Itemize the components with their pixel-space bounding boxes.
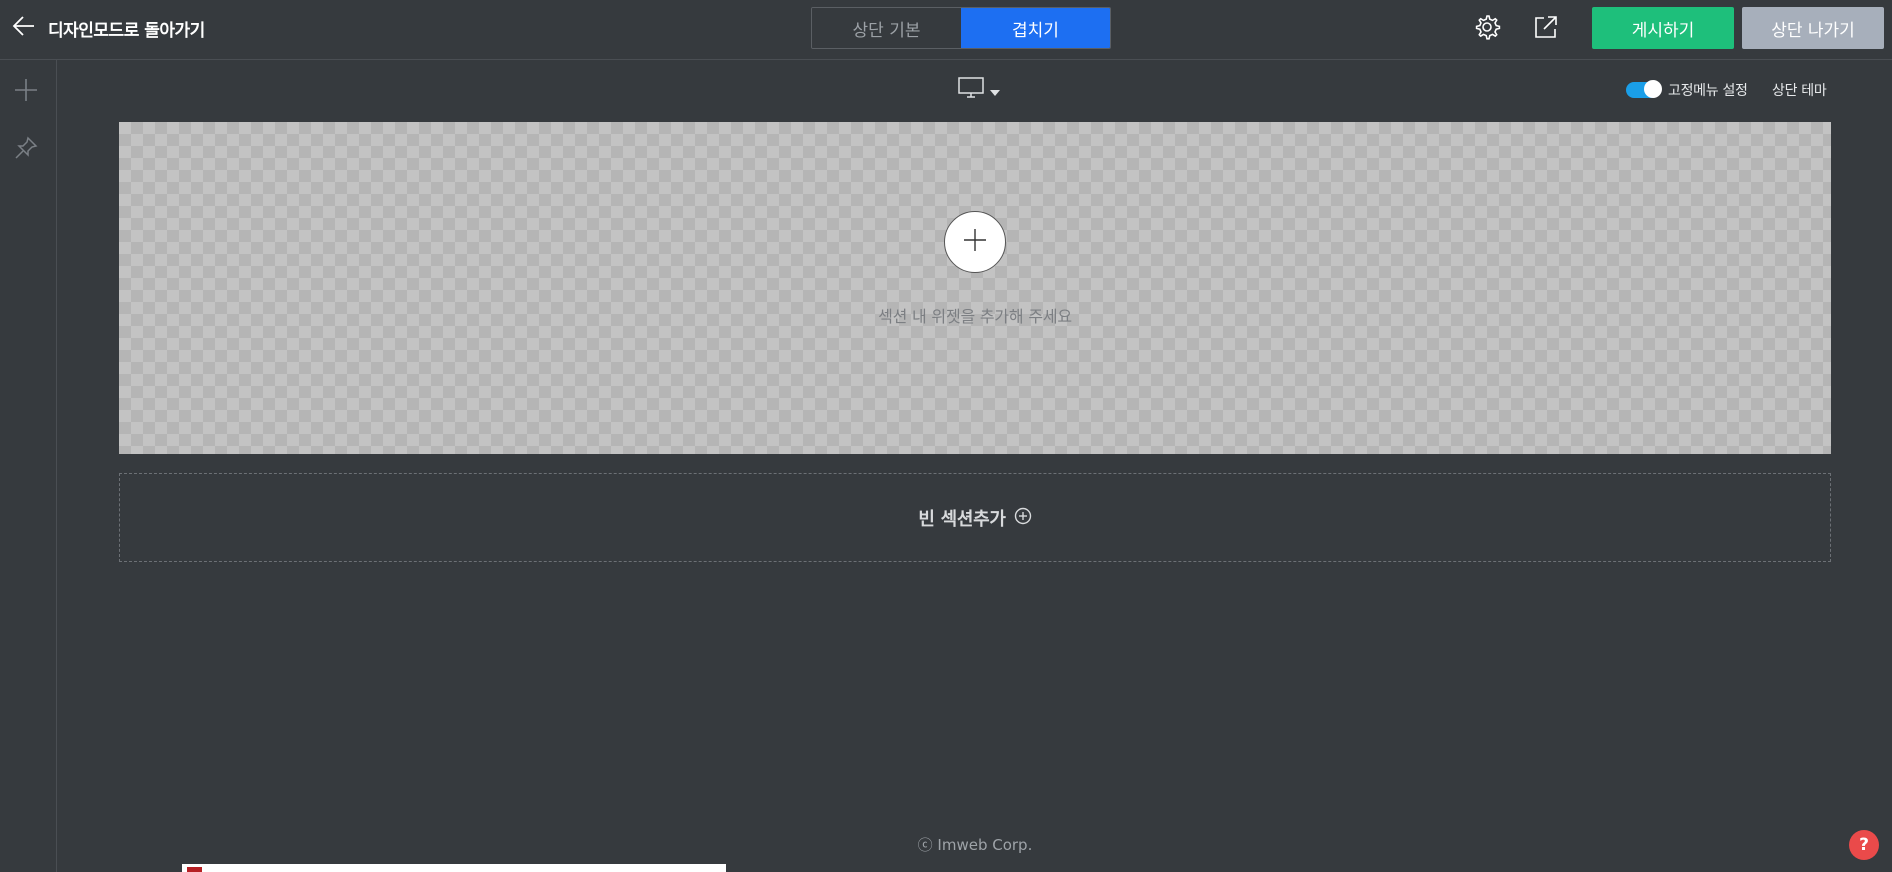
exit-header-button[interactable]: 상단 나가기: [1742, 7, 1884, 49]
popup-mark: [187, 867, 202, 872]
plus-icon: [13, 77, 39, 107]
external-link-icon: [1532, 13, 1560, 45]
back-to-design-mode-button[interactable]: 디자인모드로 돌아가기: [10, 12, 205, 44]
mode-switch: 상단 기본 겹치기: [811, 7, 1111, 49]
header-theme-link[interactable]: 상단 테마: [1772, 80, 1827, 100]
plus-icon: [962, 227, 988, 257]
caret-down-icon: [990, 81, 1000, 100]
fixed-menu-toggle[interactable]: [1626, 80, 1662, 98]
add-widget-rail-button[interactable]: [12, 78, 40, 106]
tab-overlap[interactable]: 겹치기: [961, 8, 1110, 48]
section-empty-hint: 섹션 내 위젯을 추가해 주세요: [878, 307, 1072, 326]
arrow-left-icon: [10, 12, 38, 44]
toggle-knob: [1644, 80, 1662, 98]
back-label: 디자인모드로 돌아가기: [48, 20, 205, 41]
copyright: ⓒ Imweb Corp.: [917, 836, 1033, 854]
tab-default[interactable]: 상단 기본: [812, 8, 961, 48]
add-widget-button[interactable]: [944, 211, 1006, 273]
add-section-label: 빈 섹션추가: [918, 508, 1006, 530]
add-empty-section-button[interactable]: 빈 섹션추가: [119, 473, 1831, 562]
desktop-icon: [958, 77, 984, 103]
bottom-popup-strip: [182, 864, 726, 872]
settings-button[interactable]: [1472, 14, 1502, 44]
pin-icon: [13, 135, 39, 165]
header-section-canvas[interactable]: 섹션 내 위젯을 추가해 주세요: [119, 122, 1831, 454]
device-picker[interactable]: [958, 77, 1000, 103]
pin-rail-button[interactable]: [12, 136, 40, 164]
help-button[interactable]: ?: [1849, 830, 1879, 860]
gear-icon: [1473, 13, 1501, 45]
fixed-menu-label: 고정메뉴 설정: [1668, 83, 1748, 99]
publish-button[interactable]: 게시하기: [1592, 7, 1734, 49]
plus-circle-icon: [1014, 507, 1032, 529]
left-rail: [0, 60, 57, 872]
open-preview-button[interactable]: [1531, 14, 1561, 44]
fixed-menu-setting: 고정메뉴 설정: [1626, 80, 1748, 100]
top-bar: 디자인모드로 돌아가기 상단 기본 겹치기 게시하기 상단 나가기: [0, 0, 1892, 60]
